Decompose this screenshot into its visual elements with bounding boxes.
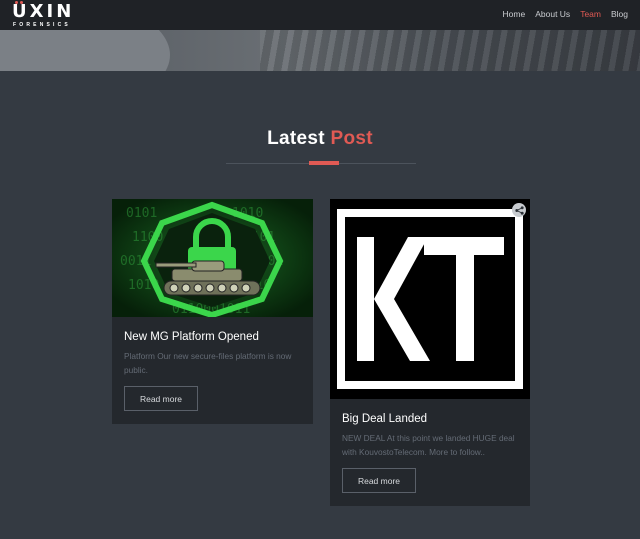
share-icon[interactable]	[512, 203, 526, 217]
post-title[interactable]: Big Deal Landed	[342, 413, 427, 425]
site-logo[interactable]: UXIN FORENSICS	[12, 1, 76, 28]
post-card: 01011010 11000101 00111001 10100110 0110…	[112, 199, 313, 424]
hero-texture	[260, 30, 640, 71]
nav-team[interactable]: Team	[580, 9, 601, 19]
nav-about-us[interactable]: About Us	[535, 9, 570, 19]
lock-tank-icon: 01011010 11000101 00111001 10100110 0110…	[112, 199, 313, 317]
post-card: Big Deal Landed NEW DEAL At this point w…	[330, 199, 530, 506]
svg-text:0101: 0101	[126, 206, 157, 221]
hero-banner	[0, 30, 640, 71]
logo-subtext: FORENSICS	[13, 22, 71, 28]
main-nav: Home About Us Team Blog	[503, 9, 628, 19]
section-title-part2: Post	[330, 128, 373, 149]
nav-blog[interactable]: Blog	[611, 9, 628, 19]
post-image[interactable]	[330, 199, 530, 399]
post-title[interactable]: New MG Platform Opened	[124, 331, 259, 343]
section-title-part1: Latest	[267, 128, 325, 149]
hero-curve	[0, 30, 170, 71]
post-excerpt: Platform Our new secure-files platform i…	[124, 351, 292, 375]
top-navbar: UXIN FORENSICS Home About Us Team Blog	[0, 0, 640, 30]
read-more-button[interactable]: Read more	[342, 468, 416, 493]
section-title: Latest Post	[0, 128, 640, 150]
post-excerpt: NEW DEAL At this point we landed HUGE de…	[342, 433, 515, 457]
nav-home[interactable]: Home	[503, 9, 526, 19]
title-accent-bar	[309, 161, 339, 165]
read-more-button[interactable]: Read more	[124, 386, 198, 411]
share-glyph-icon	[514, 205, 524, 215]
kt-logo	[330, 199, 530, 399]
post-image[interactable]: 01011010 11000101 00111001 10100110 0110…	[112, 199, 313, 317]
logo-text: UXIN	[12, 1, 75, 22]
